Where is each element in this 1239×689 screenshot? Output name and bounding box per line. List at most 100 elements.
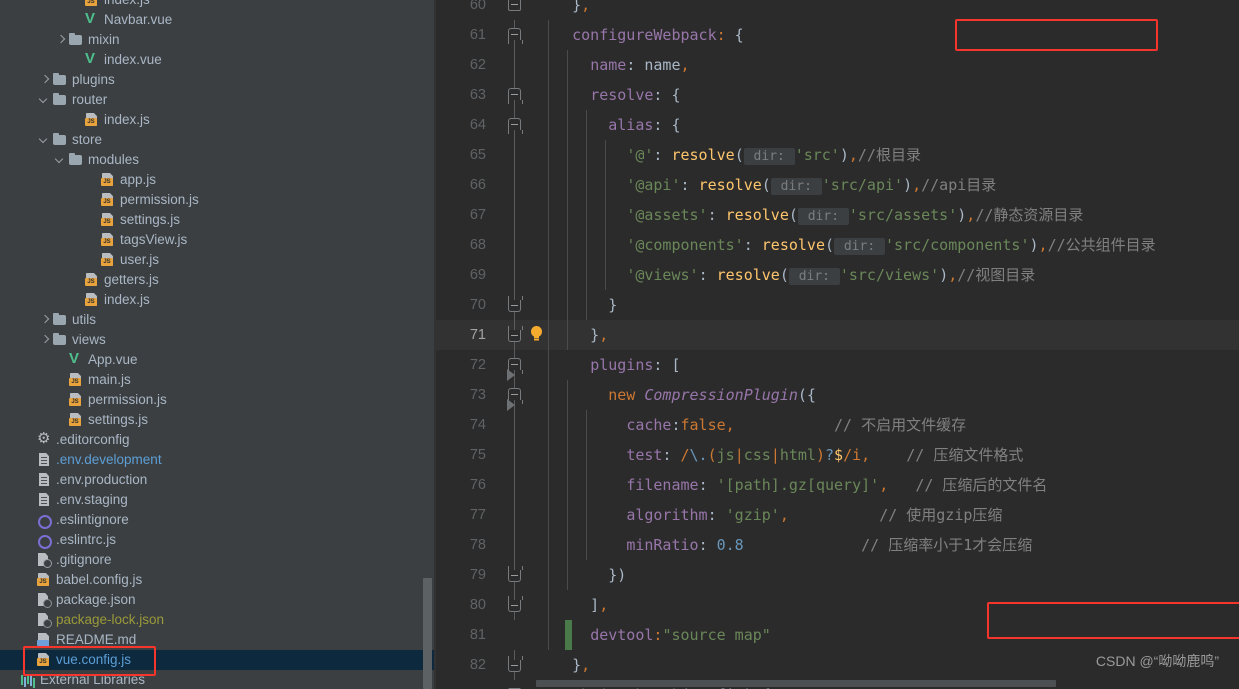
- tree-item-getters-js[interactable]: getters.js: [0, 270, 436, 290]
- gutter-75[interactable]: [494, 440, 534, 470]
- tree-item-env-development[interactable]: .env.development: [0, 450, 436, 470]
- tree-item-router[interactable]: router: [0, 90, 436, 110]
- code-line-81[interactable]: 81 devtool:"source map": [436, 620, 1239, 650]
- tree-item-store[interactable]: store: [0, 130, 436, 150]
- tree-item-env-production[interactable]: .env.production: [0, 470, 436, 490]
- tree-item-permission-js[interactable]: permission.js: [0, 190, 436, 210]
- gutter-77[interactable]: [494, 500, 534, 530]
- tree-item-index-js[interactable]: index.js: [0, 0, 436, 10]
- code-line-71[interactable]: 71 },: [436, 320, 1239, 350]
- code-line-61[interactable]: 61 configureWebpack: {: [436, 20, 1239, 50]
- tree-item-eslintignore[interactable]: .eslintignore: [0, 510, 436, 530]
- gutter-70[interactable]: [494, 290, 534, 320]
- tree-item-package-lock-json[interactable]: package-lock.json: [0, 610, 436, 630]
- code-line-68[interactable]: 68 '@components': resolve( dir: 'src/com…: [436, 230, 1239, 260]
- tree-item-index-js[interactable]: index.js: [0, 290, 436, 310]
- fold-collapse-icon[interactable]: [507, 118, 523, 134]
- tree-item-readme-md[interactable]: README.md: [0, 630, 436, 650]
- code-line-76[interactable]: 76 filename: '[path].gz[query]', // 压缩后的…: [436, 470, 1239, 500]
- fold-collapse-icon[interactable]: [507, 88, 523, 104]
- chevron-right-icon[interactable]: [38, 330, 51, 350]
- code-line-63[interactable]: 63 resolve: {: [436, 80, 1239, 110]
- gutter-82[interactable]: [494, 650, 534, 680]
- gutter-76[interactable]: [494, 470, 534, 500]
- fold-collapse-icon[interactable]: [507, 28, 523, 44]
- code-line-69[interactable]: 69 '@views': resolve( dir: 'src/views'),…: [436, 260, 1239, 290]
- fold-end-icon[interactable]: [507, 566, 523, 582]
- code-line-77[interactable]: 77 algorithm: 'gzip', // 使用gzip压缩: [436, 500, 1239, 530]
- tree-item-vue-config-js[interactable]: vue.config.js: [0, 650, 436, 670]
- gutter-83[interactable]: [494, 680, 534, 689]
- gutter-68[interactable]: [494, 230, 534, 260]
- fold-marker-icon[interactable]: [508, 0, 521, 11]
- gutter-81[interactable]: [494, 620, 572, 650]
- tree-item-plugins[interactable]: plugins: [0, 70, 436, 90]
- code-editor[interactable]: 60 }, 61 configureWebpack: {62 name: name…: [436, 0, 1239, 689]
- gutter-66[interactable]: [494, 170, 534, 200]
- gutter-74[interactable]: [494, 410, 534, 440]
- tree-item-app-vue[interactable]: App.vue: [0, 349, 436, 370]
- fold-end-icon[interactable]: [507, 596, 523, 612]
- gutter-72[interactable]: [494, 350, 534, 381]
- chevron-right-icon[interactable]: [54, 30, 67, 50]
- tree-item-views[interactable]: views: [0, 330, 436, 350]
- code-line-67[interactable]: 67 '@assets': resolve( dir: 'src/assets'…: [436, 200, 1239, 230]
- tree-item-eslintrc-js[interactable]: .eslintrc.js: [0, 530, 436, 550]
- tree-item-package-json[interactable]: package.json: [0, 590, 436, 610]
- tree-item-mixin[interactable]: mixin: [0, 30, 436, 50]
- tree-item-editorconfig[interactable]: .editorconfig: [0, 429, 436, 450]
- code-line-66[interactable]: 66 '@api': resolve( dir: 'src/api'),//ap…: [436, 170, 1239, 200]
- fold-end-icon[interactable]: [507, 296, 523, 312]
- tree-item-main-js[interactable]: main.js: [0, 370, 436, 390]
- tree-item-modules[interactable]: modules: [0, 150, 436, 170]
- chevron-right-icon[interactable]: [38, 70, 51, 90]
- gutter-80[interactable]: [494, 590, 534, 620]
- code-line-75[interactable]: 75 test: /\.(js|css|html)?$/i, // 压缩文件格式: [436, 440, 1239, 470]
- code-line-73[interactable]: 73 new CompressionPlugin({: [436, 380, 1239, 411]
- code-line-80[interactable]: 80 ],: [436, 590, 1239, 620]
- project-tree-scrollbar-track[interactable]: [423, 0, 434, 689]
- gutter-64[interactable]: [494, 110, 534, 140]
- gutter-69[interactable]: [494, 260, 534, 290]
- gutter-71[interactable]: [494, 320, 542, 350]
- code-line-62[interactable]: 62 name: name,: [436, 50, 1239, 80]
- gutter-73[interactable]: [494, 380, 534, 411]
- chevron-down-icon[interactable]: [38, 130, 51, 150]
- tree-item-babel-config-js[interactable]: babel.config.js: [0, 570, 436, 590]
- fold-end-icon[interactable]: [507, 656, 523, 672]
- code-line-79[interactable]: 79 }): [436, 560, 1239, 590]
- gutter-61[interactable]: [494, 20, 534, 50]
- chevron-down-icon[interactable]: [54, 150, 67, 170]
- tree-item-navbar-vue[interactable]: Navbar.vue: [0, 9, 436, 30]
- gutter-67[interactable]: [494, 200, 534, 230]
- chevron-right-icon[interactable]: [38, 310, 51, 330]
- code-line-65[interactable]: 65 '@': resolve( dir: 'src'),//根目录: [436, 140, 1239, 170]
- fold-end-icon[interactable]: [507, 326, 523, 342]
- tree-item-app-js[interactable]: app.js: [0, 170, 436, 190]
- code-line-64[interactable]: 64 alias: {: [436, 110, 1239, 140]
- tree-item-gitignore[interactable]: .gitignore: [0, 550, 436, 570]
- tree-item-external-libraries[interactable]: External Libraries: [0, 670, 436, 689]
- tree-item-tagsview-js[interactable]: tagsView.js: [0, 230, 436, 250]
- code-line-60[interactable]: 60 },: [436, 0, 1239, 20]
- tree-item-permission-js[interactable]: permission.js: [0, 390, 436, 410]
- tree-item-settings-js[interactable]: settings.js: [0, 210, 436, 230]
- gutter-62[interactable]: [494, 50, 534, 80]
- tree-item-user-js[interactable]: user.js: [0, 250, 436, 270]
- editor-horizontal-scrollbar[interactable]: [536, 680, 1056, 687]
- project-tree-scrollbar-thumb[interactable]: [423, 578, 432, 689]
- code-line-72[interactable]: 72 plugins: [: [436, 350, 1239, 381]
- tree-item-index-vue[interactable]: index.vue: [0, 49, 436, 70]
- tree-item-settings-js[interactable]: settings.js: [0, 410, 436, 430]
- code-line-78[interactable]: 78 minRatio: 0.8 // 压缩率小于1才会压缩: [436, 530, 1239, 560]
- chevron-down-icon[interactable]: [38, 90, 51, 110]
- tree-item-env-staging[interactable]: .env.staging: [0, 490, 436, 510]
- tree-item-utils[interactable]: utils: [0, 310, 436, 330]
- gutter-63[interactable]: [494, 80, 534, 110]
- gutter-60[interactable]: [494, 0, 534, 20]
- tree-item-index-js[interactable]: index.js: [0, 110, 436, 130]
- code-line-70[interactable]: 70 }: [436, 290, 1239, 320]
- gutter-78[interactable]: [494, 530, 534, 560]
- gutter-65[interactable]: [494, 140, 534, 170]
- gutter-79[interactable]: [494, 560, 534, 590]
